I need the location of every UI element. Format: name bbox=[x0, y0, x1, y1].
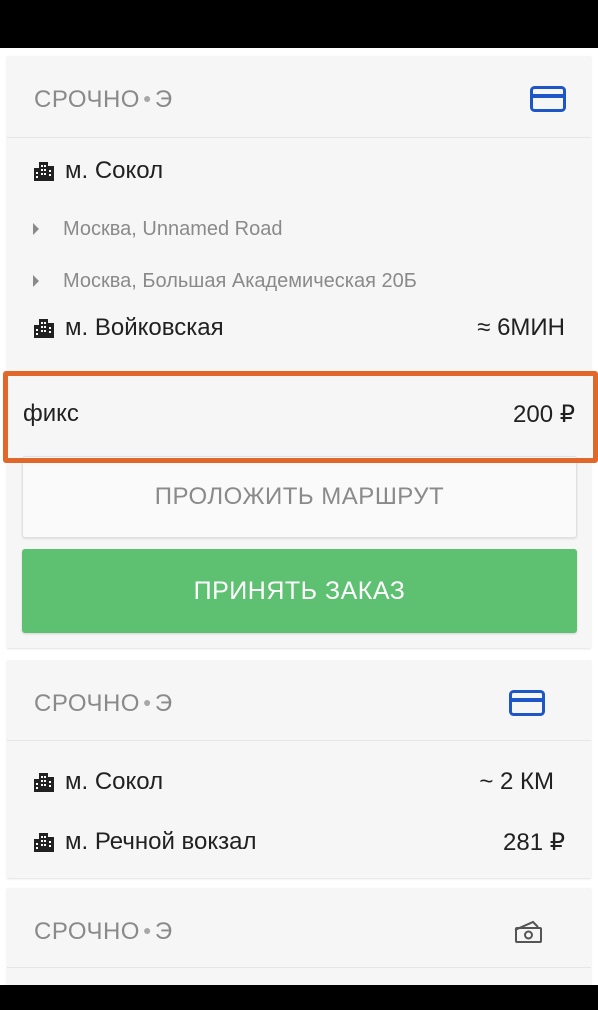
order-title: СРОЧНО ● Э bbox=[34, 690, 173, 717]
order-header: СРОЧНО ● Э bbox=[7, 660, 591, 740]
dropoff-row: м. Речной вокзал 281 ₽ bbox=[7, 822, 591, 862]
divider bbox=[7, 967, 591, 968]
pickup-row: м. Сокол ~ 2 КМ bbox=[7, 762, 591, 802]
frame-right bbox=[591, 48, 598, 985]
dropoff-station: м. Войковская bbox=[65, 314, 224, 341]
price-value: 281 ₽ bbox=[503, 829, 565, 856]
price-value: 200 ₽ bbox=[513, 401, 575, 428]
order-title: СРОЧНО ● Э bbox=[34, 86, 173, 113]
order-header: СРОЧНО ● Э bbox=[7, 888, 591, 968]
caret-right-icon bbox=[33, 223, 39, 235]
top-status-bar bbox=[0, 0, 598, 48]
order-card-3[interactable]: СРОЧНО ● Э bbox=[7, 888, 591, 985]
credit-card-icon bbox=[530, 86, 566, 112]
divider bbox=[7, 740, 591, 741]
building-icon bbox=[34, 162, 54, 181]
eta: ≈ 6МИН bbox=[477, 314, 565, 341]
building-icon bbox=[34, 773, 54, 792]
building-icon bbox=[34, 319, 54, 338]
credit-card-icon bbox=[509, 690, 545, 716]
via-address-2: Москва, Большая Академическая 20Б bbox=[7, 266, 591, 298]
order-card-2[interactable]: СРОЧНО ● Э м. Сокол ~ 2 КМ м. Речной вок… bbox=[7, 660, 591, 878]
building-icon bbox=[34, 833, 54, 852]
order-header: СРОЧНО ● Э bbox=[7, 56, 591, 136]
via-address-1: Москва, Unnamed Road bbox=[7, 214, 591, 246]
dropoff-row: м. Войковская ≈ 6МИН bbox=[7, 308, 591, 348]
distance: ~ 2 КМ bbox=[479, 768, 554, 795]
pickup-row: м. Сокол bbox=[7, 151, 591, 191]
cash-icon bbox=[514, 920, 542, 943]
dropoff-station: м. Речной вокзал bbox=[65, 828, 257, 855]
accept-order-button[interactable]: ПРИНЯТЬ ЗАКАЗ bbox=[22, 549, 577, 633]
frame-left bbox=[0, 48, 7, 985]
bottom-navigation-bar bbox=[0, 985, 598, 1010]
order-title: СРОЧНО ● Э bbox=[34, 918, 173, 945]
tariff-label: фикс bbox=[23, 400, 79, 427]
build-route-button[interactable]: ПРОЛОЖИТЬ МАРШРУТ bbox=[22, 456, 577, 538]
price-row: фикс 200 ₽ bbox=[7, 372, 591, 458]
pickup-station: м. Сокол bbox=[65, 157, 164, 184]
divider bbox=[7, 137, 591, 138]
caret-right-icon bbox=[33, 275, 39, 287]
pickup-station: м. Сокол bbox=[65, 768, 164, 795]
